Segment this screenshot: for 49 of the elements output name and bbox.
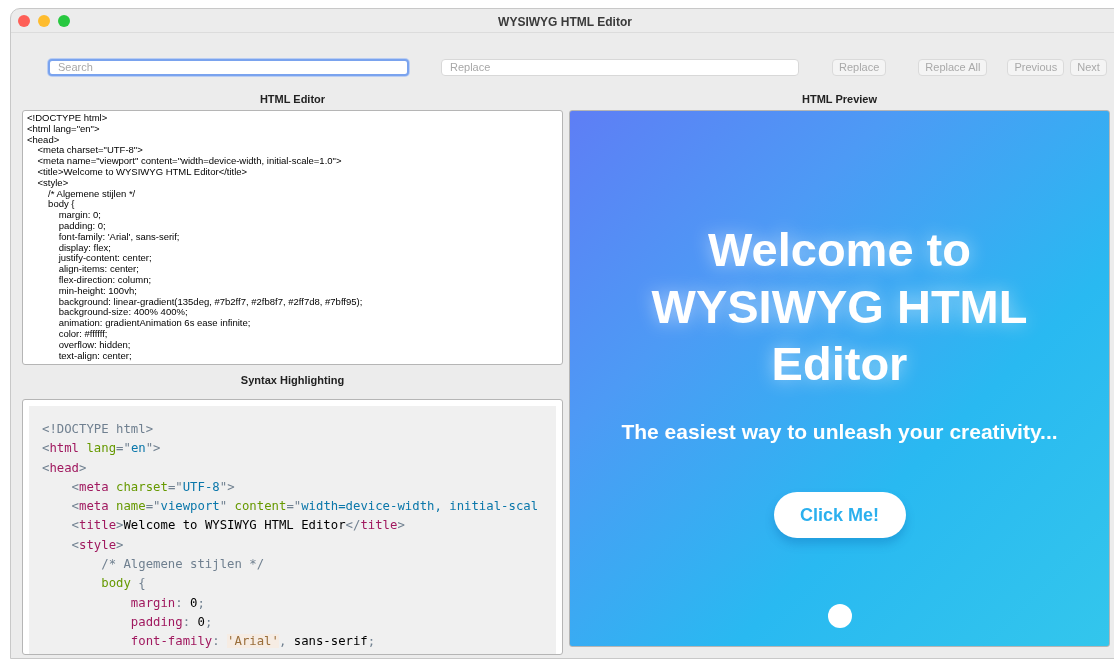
code-line: <meta charset="UTF-8"> — [70, 478, 235, 496]
search-field[interactable]: Search — [48, 58, 409, 76]
minimize-button[interactable] — [38, 15, 50, 27]
code-line: margin: 0; — [57, 210, 101, 221]
preview-subtitle: The easiest way to unleash your creativity... — [621, 420, 1058, 444]
panel-heading: HTML Preview — [801, 93, 878, 107]
click-me-button[interactable]: Click Me! — [773, 492, 906, 538]
code-line: padding: 0; — [129, 613, 213, 631]
window-title: WYSIWYG HTML Editor — [498, 15, 632, 29]
code-line: padding: 0; — [57, 220, 106, 232]
code-line: flex-direction: column; — [57, 274, 152, 286]
code-line: font-family: 'Arial', sans-serif; — [129, 633, 376, 651]
code-line: overflow: hidden; — [57, 339, 131, 351]
code-line: <!DOCTYPE html> — [42, 421, 154, 438]
html-editor[interactable] — [22, 110, 563, 365]
code-line: background-size: 400% 400%; — [57, 307, 188, 319]
code-line: <meta charset="UTF-8"> — [36, 145, 143, 157]
code-line: <head> — [42, 459, 87, 477]
code-line: <style> — [36, 177, 69, 189]
code-line: <head> — [27, 134, 60, 146]
code-line: /* Algemene stijlen */ — [100, 556, 265, 574]
code-line: <title>Welcome to WYSIWYG HTML Editor</title> — [70, 517, 405, 535]
code-line: /* Algemene stijlen */ — [48, 188, 136, 200]
replace-field[interactable]: Replace — [441, 58, 799, 76]
code-line: animation: gradientAnimation 6s ease infinite; — [57, 318, 251, 329]
code-line: justify-content: center; — [57, 253, 152, 265]
code-line: <style> — [70, 536, 124, 554]
preview-title: Welcome to WYSIWYG HTML Editor — [650, 222, 1029, 392]
code-line: <title>Welcome to WYSIWYG HTML Editor</title> — [36, 167, 248, 178]
code-line: body { — [47, 199, 75, 211]
code-line: min-height: 100vh; — [57, 285, 137, 297]
code-line: <html lang="en"> — [27, 123, 100, 135]
circle-shape — [827, 604, 852, 628]
close-button[interactable] — [18, 15, 30, 27]
code-line: display: flex; — [57, 242, 111, 254]
code-line: margin: 0; — [129, 594, 205, 612]
code-line: background: linear-gradient(135deg, #7b2ff7, #2fb8f7, #2ff7d8, #7bff95); — [57, 296, 363, 308]
code-line: text-align: center; — [57, 350, 132, 362]
code-line: align-items: center; — [57, 264, 139, 275]
code-line: <meta name="viewport" content="width=device-width, initial-scal — [70, 498, 539, 516]
zoom-button[interactable] — [58, 15, 70, 27]
code-line: body { — [100, 575, 146, 593]
code-line: color: #ffffff; — [57, 328, 108, 340]
code-line: font-family: 'Arial', sans-serif; — [57, 231, 180, 243]
code-line: <meta name="viewport" content="width=device-width, initial-scale=1.0"> — [36, 156, 342, 167]
panel-heading: HTML Editor — [258, 93, 327, 107]
code-line: <html lang="en"> — [42, 440, 161, 458]
code-line: <!DOCTYPE html> — [27, 113, 108, 124]
panel-heading: Syntax Highlighting — [239, 374, 346, 388]
